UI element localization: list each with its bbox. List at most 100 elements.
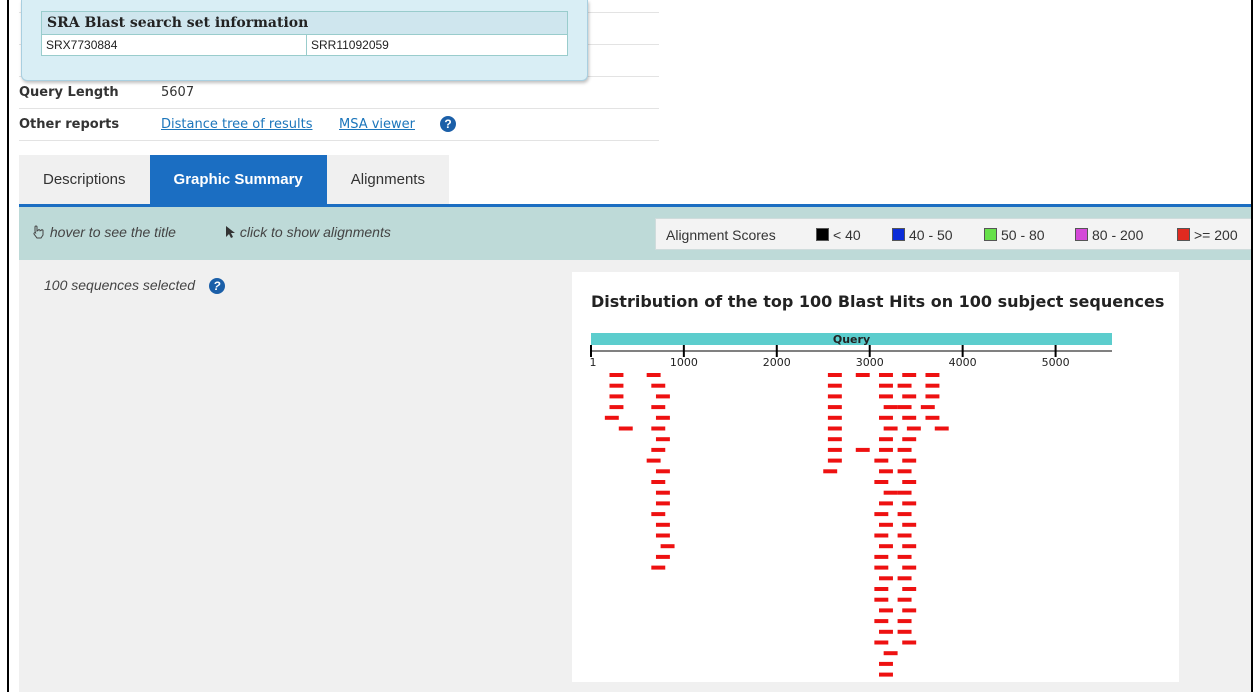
alignment-hit (897, 512, 912, 517)
alignment-hit (651, 405, 666, 410)
selection-text: 100 sequences selected (44, 277, 195, 293)
legend-swatch (1075, 228, 1088, 241)
blast-graph: Distribution of the top 100 Blast Hits o… (572, 272, 1179, 682)
click-hint: click to show alignments (224, 224, 391, 240)
alignment-hit (646, 373, 661, 377)
alignment-hit (827, 415, 842, 420)
alignment-hit (879, 672, 893, 677)
tick-label: 1 (590, 356, 597, 369)
alignment-hit (609, 373, 624, 377)
alignment-hit (827, 383, 842, 388)
alignment-hit (855, 373, 870, 377)
hover-hint-text: hover to see the title (49, 224, 176, 240)
alignment-hit (879, 383, 893, 388)
alignment-hit (609, 405, 624, 410)
alignment-hit (883, 405, 898, 410)
alignment-hit (655, 415, 670, 420)
alignment-hit (874, 480, 889, 484)
graphic-summary-panel: 100 sequences selected ? Distribution of… (19, 260, 1251, 692)
alignment-hit (902, 415, 917, 420)
legend-title: Alignment Scores (666, 227, 776, 243)
tick-label: 2000 (763, 356, 791, 369)
query-label: Query (833, 333, 870, 346)
alignment-hit (874, 554, 889, 559)
alignment-hit (902, 480, 917, 484)
question-circle-icon[interactable]: ? (440, 116, 456, 132)
alignment-hit (879, 629, 893, 634)
legend-label: >= 200 (1194, 227, 1238, 243)
alignment-hit (902, 437, 917, 442)
alignment-hit (655, 469, 670, 474)
click-hint-text: click to show alignments (239, 224, 391, 240)
query-length-value: 5607 (161, 85, 195, 100)
alignment-hit (902, 587, 917, 591)
alignment-hit (925, 373, 940, 377)
alignment-hit (879, 576, 893, 581)
alignment-hit (925, 394, 940, 399)
tab-alignments[interactable]: Alignments (326, 155, 449, 204)
legend-label: 50 - 80 (1001, 227, 1045, 243)
alignment-hit (655, 554, 670, 559)
alignment-hit (879, 469, 893, 474)
alignment-hit (827, 405, 842, 410)
alignment-hit (897, 619, 912, 624)
alignment-hit (920, 405, 935, 410)
other-reports-label: Other reports (19, 117, 120, 132)
alignment-hit (897, 383, 912, 388)
tick-label: 4000 (949, 356, 977, 369)
alignment-hit (883, 426, 898, 431)
tick-label: 1000 (670, 356, 698, 369)
sra-row: SRX7730884 SRR11092059 (42, 35, 567, 55)
tab-descriptions[interactable]: Descriptions (19, 155, 150, 204)
alignment-hit (660, 544, 675, 549)
alignment-hit (609, 394, 624, 399)
alignment-hit (879, 501, 893, 506)
alignment-hit (883, 490, 898, 495)
alignment-hit (651, 480, 666, 484)
alignment-hit (902, 608, 917, 613)
result-tabs: Descriptions Graphic Summary Alignments (19, 155, 449, 204)
alignment-hit (651, 383, 666, 388)
tick-label: 3000 (856, 356, 884, 369)
app-frame: SRA Blast search set information SRX7730… (7, 0, 1253, 692)
alignment-hit (902, 522, 917, 527)
alignment-hit (925, 383, 940, 388)
alignment-hit (906, 426, 921, 431)
arrow-cursor-icon (226, 226, 235, 238)
alignment-hit (897, 554, 912, 559)
alignment-hit (879, 447, 893, 452)
legend-swatch (892, 228, 905, 241)
alignment-hit (897, 576, 912, 581)
alignment-hit (618, 426, 633, 431)
alignment-hit (651, 565, 666, 570)
sra-info-popup: SRA Blast search set information SRX7730… (21, 0, 588, 81)
alignment-hit (655, 437, 670, 442)
alignment-hit (902, 373, 917, 377)
alignment-hit (827, 447, 842, 452)
alignment-hit (879, 394, 893, 399)
distance-tree-link[interactable]: Distance tree of results (161, 117, 312, 132)
question-circle-icon[interactable]: ? (208, 278, 225, 294)
alignment-hit (883, 651, 898, 656)
alignment-hit (879, 415, 893, 420)
msa-viewer-link[interactable]: MSA viewer (339, 117, 415, 132)
alignment-hit (651, 426, 666, 431)
alignment-hit (879, 544, 893, 549)
alignment-hit (874, 458, 889, 463)
alignment-hit (655, 533, 670, 538)
legend-label: 40 - 50 (909, 227, 953, 243)
selection-status: 100 sequences selected ? (44, 277, 225, 294)
legend-swatch (984, 228, 997, 241)
alignment-hit (827, 458, 842, 463)
tab-graphic-summary[interactable]: Graphic Summary (149, 155, 327, 204)
alignment-hit (902, 544, 917, 549)
alignment-hit (897, 469, 912, 474)
alignment-hit (902, 501, 917, 506)
legend-swatch (1177, 228, 1190, 241)
tick-label: 5000 (1042, 356, 1070, 369)
alignment-hit (879, 661, 893, 666)
alignment-hit (874, 512, 889, 517)
alignment-hit (874, 640, 889, 645)
alignment-hit (651, 512, 666, 517)
alignment-hit (651, 447, 666, 452)
